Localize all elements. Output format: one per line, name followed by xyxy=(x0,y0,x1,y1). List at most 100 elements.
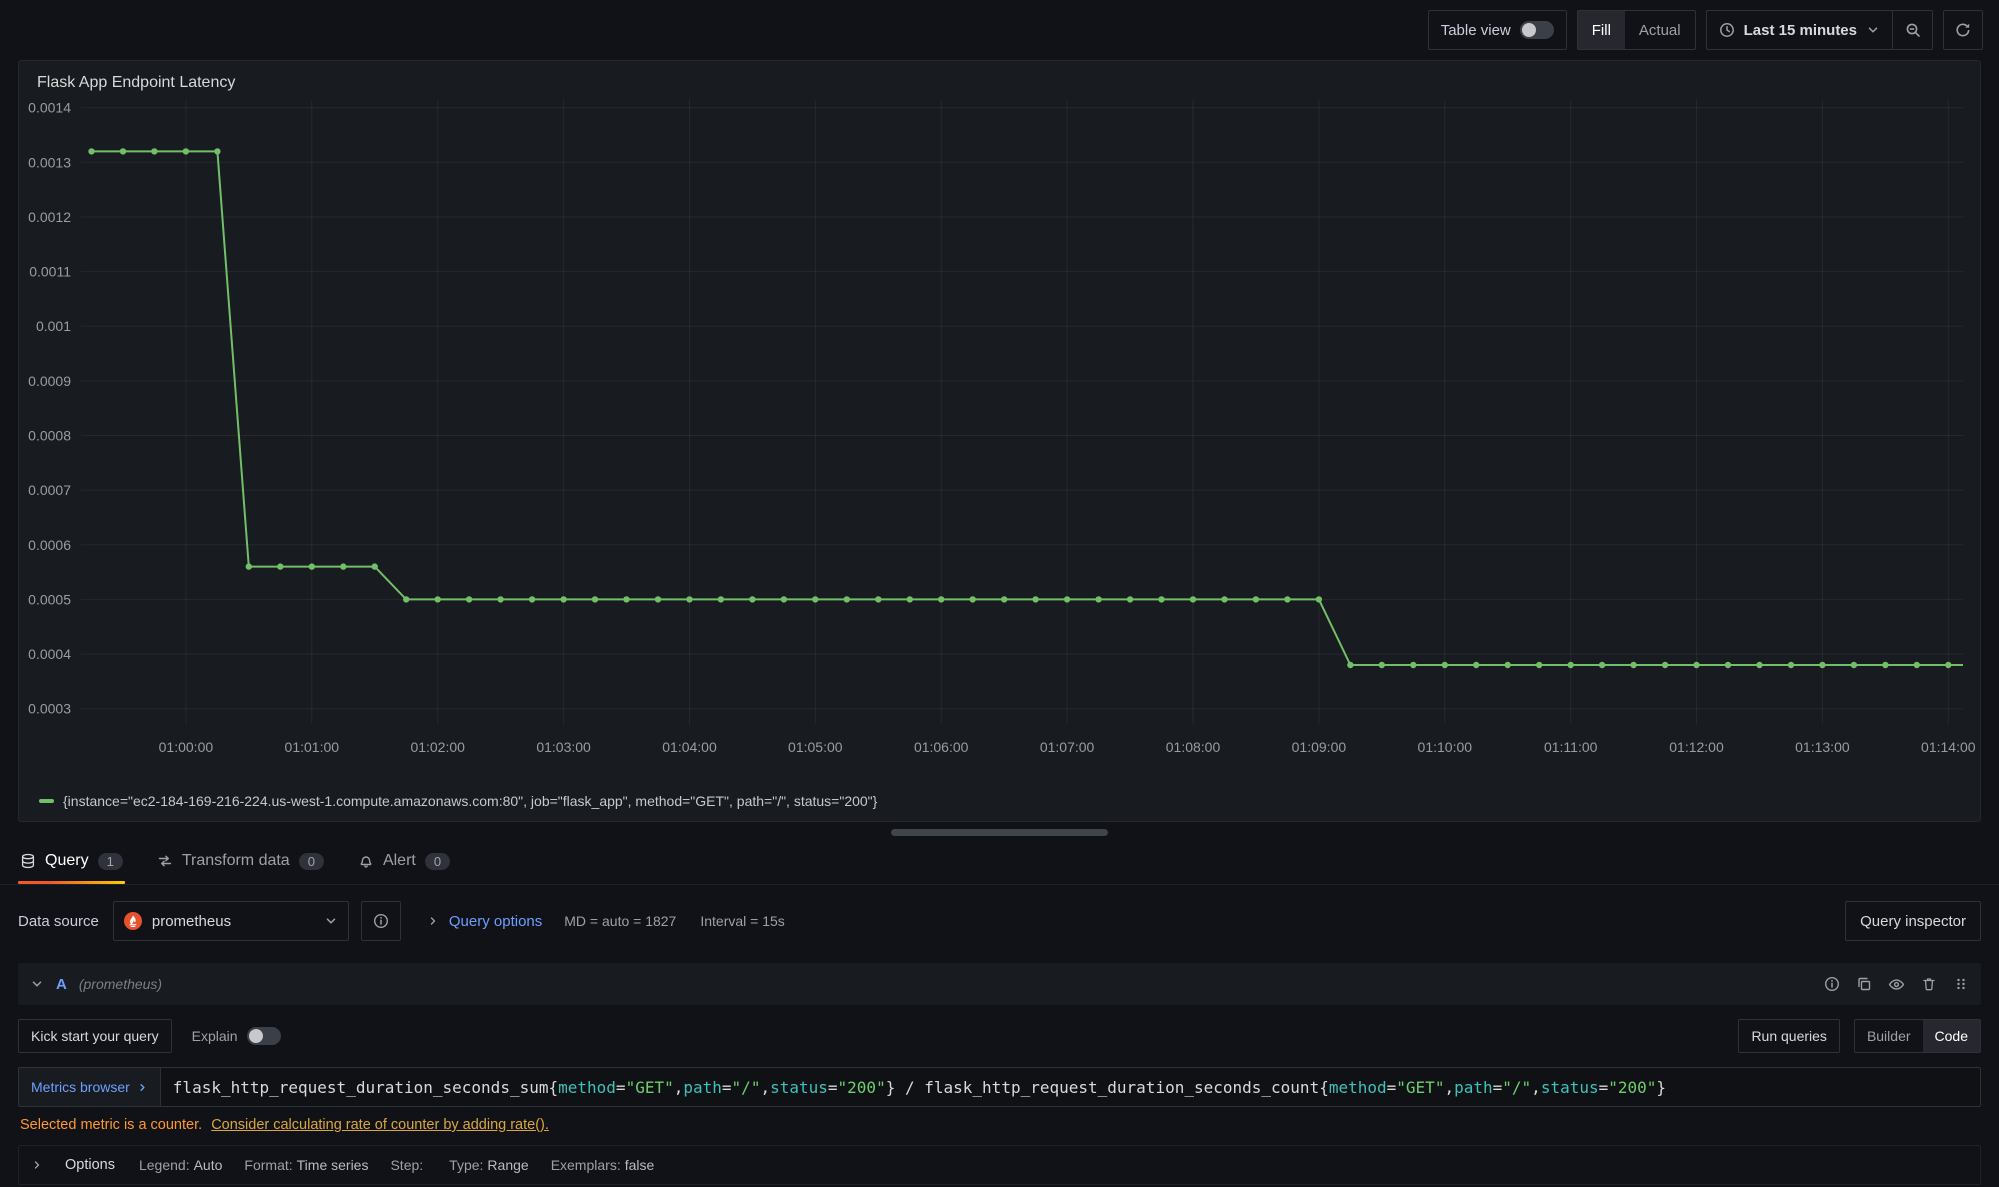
query-editor-section: A (prometheus) Kick start your query Exp… xyxy=(18,963,1981,1185)
svg-text:0.0014: 0.0014 xyxy=(28,100,71,116)
explain-toggle[interactable] xyxy=(247,1027,281,1045)
collapse-chevron-icon[interactable] xyxy=(30,977,44,991)
query-row-header[interactable]: A (prometheus) xyxy=(18,963,1981,1005)
options-title: Options xyxy=(65,1157,115,1173)
fill-actual-group: Fill Actual xyxy=(1577,10,1696,50)
fill-option-button[interactable]: Fill xyxy=(1578,11,1625,49)
svg-text:0.0013: 0.0013 xyxy=(28,154,71,170)
svg-text:01:06:00: 01:06:00 xyxy=(914,739,969,755)
actual-option-button[interactable]: Actual xyxy=(1625,11,1695,49)
option-step: Step: xyxy=(390,1157,427,1173)
datasource-picker[interactable]: prometheus xyxy=(113,901,349,941)
svg-text:01:12:00: 01:12:00 xyxy=(1669,739,1724,755)
prometheus-icon xyxy=(124,912,142,930)
counter-warning-row: Selected metric is a counter. Consider c… xyxy=(18,1117,1981,1133)
bell-icon xyxy=(358,853,374,869)
svg-text:01:01:00: 01:01:00 xyxy=(285,739,340,755)
svg-text:01:11:00: 01:11:00 xyxy=(1544,739,1598,755)
chevron-right-icon xyxy=(137,1082,148,1093)
svg-text:0.0012: 0.0012 xyxy=(28,209,71,225)
panel-resize-handle[interactable] xyxy=(891,829,1108,836)
tab-query-count: 1 xyxy=(98,853,123,870)
option-format: Format:Time series xyxy=(244,1157,368,1173)
query-inspector-button[interactable]: Query inspector xyxy=(1845,901,1981,941)
add-rate-hint-link[interactable]: Consider calculating rate of counter by … xyxy=(211,1117,549,1133)
counter-warning-text: Selected metric is a counter. xyxy=(20,1117,202,1133)
datasource-name: prometheus xyxy=(152,913,314,930)
zoom-out-icon xyxy=(1905,22,1921,38)
info-circle-icon xyxy=(373,913,389,929)
svg-text:0.001: 0.001 xyxy=(36,318,71,334)
tab-query-label: Query xyxy=(45,852,89,870)
transform-icon xyxy=(157,853,173,869)
tab-transform-label: Transform data xyxy=(182,852,290,870)
query-ref-id: A xyxy=(56,976,67,993)
code-mode-button[interactable]: Code xyxy=(1923,1020,1980,1052)
svg-text:01:10:00: 01:10:00 xyxy=(1418,739,1473,755)
run-queries-button[interactable]: Run queries xyxy=(1738,1019,1840,1053)
svg-text:0.0003: 0.0003 xyxy=(28,701,71,717)
time-range-label: Last 15 minutes xyxy=(1744,22,1857,39)
option-legend: Legend:Auto xyxy=(139,1157,222,1173)
latency-panel: Flask App Endpoint Latency 0.00030.00040… xyxy=(18,60,1981,822)
table-view-control: Table view xyxy=(1428,10,1567,50)
panel-editor-topbar: Table view Fill Actual Last 15 minutes xyxy=(0,0,1999,60)
explain-control: Explain xyxy=(192,1027,281,1045)
svg-text:01:13:00: 01:13:00 xyxy=(1795,739,1850,755)
duplicate-query-icon[interactable] xyxy=(1856,976,1872,992)
query-options-summary[interactable]: Options Legend:Auto Format:Time series S… xyxy=(18,1145,1981,1185)
legend-series-swatch xyxy=(39,799,54,803)
tab-alert-count: 0 xyxy=(425,853,450,870)
svg-text:0.0008: 0.0008 xyxy=(28,428,71,444)
svg-text:0.0009: 0.0009 xyxy=(28,373,71,389)
delete-query-trash-icon[interactable] xyxy=(1921,976,1937,992)
svg-text:0.0005: 0.0005 xyxy=(28,591,71,607)
drag-handle-icon[interactable] xyxy=(1953,976,1969,992)
svg-text:01:09:00: 01:09:00 xyxy=(1292,739,1347,755)
latency-chart-svg[interactable]: 0.0003 0.0004 0.0005 0.0006 0.0007 0.0008 0.00… xyxy=(21,94,1977,770)
chevron-down-icon xyxy=(324,914,338,928)
svg-text:01:00:00: 01:00:00 xyxy=(159,739,214,755)
query-info-icon[interactable] xyxy=(1824,976,1840,992)
query-toolbar: Kick start your query Explain Run querie… xyxy=(18,1019,1981,1053)
svg-text:0.0007: 0.0007 xyxy=(28,482,71,498)
promql-editor-row: Metrics browser flask_http_request_durat… xyxy=(18,1067,1981,1107)
zoom-out-button[interactable] xyxy=(1893,10,1933,50)
refresh-button[interactable] xyxy=(1943,10,1983,50)
query-options-toggle[interactable]: Query options xyxy=(427,913,542,930)
svg-text:01:08:00: 01:08:00 xyxy=(1166,739,1221,755)
svg-text:01:03:00: 01:03:00 xyxy=(536,739,591,755)
builder-mode-button[interactable]: Builder xyxy=(1855,1020,1923,1052)
svg-text:0.0004: 0.0004 xyxy=(28,646,71,662)
tab-query[interactable]: Query 1 xyxy=(18,846,125,884)
panel-title: Flask App Endpoint Latency xyxy=(19,61,1980,94)
query-row-actions xyxy=(1824,976,1969,993)
editor-mode-group: Builder Code xyxy=(1854,1019,1981,1053)
chevron-down-icon xyxy=(1866,23,1880,37)
interval-text: Interval = 15s xyxy=(700,913,784,929)
time-controls: Last 15 minutes xyxy=(1706,10,1933,50)
tab-alert-label: Alert xyxy=(383,852,416,870)
metrics-browser-button[interactable]: Metrics browser xyxy=(18,1067,160,1107)
datasource-help-button[interactable] xyxy=(361,901,401,941)
datasource-label: Data source xyxy=(18,913,99,930)
svg-text:0.0011: 0.0011 xyxy=(29,264,71,280)
query-code[interactable]: flask_http_request_duration_seconds_sum{… xyxy=(160,1067,1981,1107)
svg-text:0.0006: 0.0006 xyxy=(28,537,71,553)
svg-text:01:07:00: 01:07:00 xyxy=(1040,739,1095,755)
chart-area: 0.0003 0.0004 0.0005 0.0006 0.0007 0.0008 0.00… xyxy=(19,94,1980,793)
kick-start-query-button[interactable]: Kick start your query xyxy=(18,1019,172,1053)
query-options-label: Query options xyxy=(449,913,542,930)
tab-alert[interactable]: Alert 0 xyxy=(356,846,452,884)
refresh-icon xyxy=(1955,22,1971,38)
metrics-browser-label: Metrics browser xyxy=(31,1079,130,1095)
explain-label: Explain xyxy=(192,1028,238,1044)
svg-text:01:14:00: 01:14:00 xyxy=(1921,739,1976,755)
hide-query-eye-icon[interactable] xyxy=(1888,976,1905,993)
legend-series-label: {instance="ec2-184-169-216-224.us-west-1… xyxy=(63,793,877,809)
chevron-right-icon xyxy=(31,1159,43,1171)
chart-legend[interactable]: {instance="ec2-184-169-216-224.us-west-1… xyxy=(19,793,1980,821)
tab-transform-data[interactable]: Transform data 0 xyxy=(155,846,326,884)
table-view-toggle[interactable] xyxy=(1520,21,1554,39)
time-range-picker-button[interactable]: Last 15 minutes xyxy=(1706,10,1893,50)
